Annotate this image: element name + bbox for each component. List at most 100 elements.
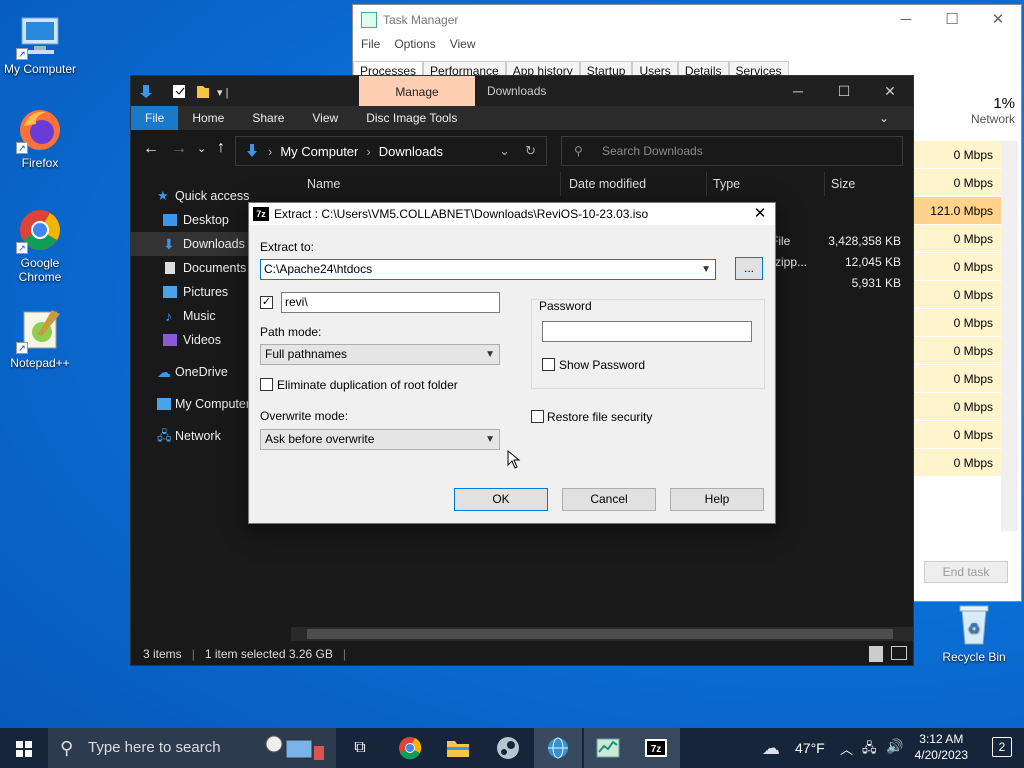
search-box[interactable]: ⚲ Search Downloads xyxy=(561,136,903,166)
restore-security-checkbox[interactable] xyxy=(531,410,544,423)
file-size: 12,045 KB xyxy=(844,255,901,269)
overwrite-mode-select[interactable]: Ask before overwrite ▼ xyxy=(260,429,500,450)
ribbon-expand-icon[interactable]: ⌄ xyxy=(879,111,889,125)
globe-icon xyxy=(548,737,568,759)
volume-icon[interactable]: 🔊 xyxy=(886,738,903,755)
taskbar-network-app[interactable] xyxy=(534,728,582,768)
horizontal-scrollbar[interactable] xyxy=(291,627,913,641)
minimize-button[interactable]: ─ xyxy=(775,76,821,106)
details-view-icon[interactable] xyxy=(869,646,883,662)
star-icon: ★ xyxy=(157,188,169,203)
recent-locations-chevron-icon[interactable]: ⌄ xyxy=(197,142,206,155)
extract-to-combobox[interactable]: C:\Apache24\htdocs ▼ xyxy=(260,259,716,280)
table-row[interactable]: 5,931 KB xyxy=(771,273,901,294)
maximize-button[interactable]: ☐ xyxy=(821,76,867,106)
clock[interactable]: 3:12 AM 4/20/2023 xyxy=(915,731,968,763)
desktop-icon-recycle-bin[interactable]: ♻ Recycle Bin xyxy=(934,600,1014,664)
ribbon-tab-home[interactable]: Home xyxy=(178,106,238,130)
taskbar-7zip[interactable]: 7z xyxy=(632,728,680,768)
ribbon-tab-disc-image-tools[interactable]: Disc Image Tools xyxy=(352,106,471,130)
clock-time: 3:12 AM xyxy=(919,732,964,746)
search-icon: ⚲ xyxy=(574,144,583,158)
breadcrumb-my-computer[interactable]: My Computer xyxy=(280,144,358,159)
large-icons-view-icon[interactable] xyxy=(891,646,907,660)
manage-tab[interactable]: Manage xyxy=(359,76,475,106)
help-button[interactable]: Help xyxy=(670,488,764,511)
dialog-titlebar[interactable]: 7z Extract : C:\Users\VM5.COLLABNET\Down… xyxy=(249,203,775,225)
taskbar-task-manager[interactable] xyxy=(584,728,632,768)
password-input[interactable] xyxy=(542,321,752,342)
weather-temperature[interactable]: 47°F xyxy=(795,740,825,756)
column-size[interactable]: Size xyxy=(825,172,905,196)
minimize-button[interactable]: ─ xyxy=(883,5,929,35)
end-task-button[interactable]: End task xyxy=(924,561,1008,583)
desktop-icon-chrome[interactable]: ↗ Google Chrome xyxy=(0,206,80,284)
task-manager-icon xyxy=(361,12,377,28)
show-password-label[interactable]: Show Password xyxy=(559,358,645,372)
taskbar-search-placeholder: Type here to search xyxy=(88,739,221,756)
taskbar-file-explorer[interactable] xyxy=(434,728,482,768)
cancel-button[interactable]: Cancel xyxy=(562,488,656,511)
breadcrumb-downloads[interactable]: Downloads xyxy=(379,144,443,159)
music-icon: ♪ xyxy=(165,308,172,324)
column-name[interactable]: Name xyxy=(289,172,561,196)
refresh-icon[interactable]: ↻ xyxy=(525,143,536,159)
eliminate-duplication-checkbox[interactable] xyxy=(260,378,273,391)
scrollbar-thumb[interactable] xyxy=(307,629,893,639)
network-cell: 0 Mbps xyxy=(913,449,1001,477)
taskbar-steam[interactable] xyxy=(484,728,532,768)
column-date-modified[interactable]: Date modified xyxy=(561,172,707,196)
explorer-titlebar[interactable]: ▾ | Manage Downloads ─ ☐ ✕ xyxy=(131,76,913,106)
desktop-icon-notepadpp[interactable]: ↗ Notepad++ xyxy=(0,306,80,370)
close-button[interactable]: ✕ xyxy=(975,5,1021,35)
download-icon: ⬇ xyxy=(163,236,175,252)
status-bar: 3 items | 1 item selected 3.26 GB | xyxy=(131,643,913,665)
desktop-icon-label: Recycle Bin xyxy=(942,650,1006,664)
quick-access-toolbar-icons[interactable]: ▾ | xyxy=(139,83,239,99)
chevron-down-icon[interactable]: ▼ xyxy=(701,260,711,279)
maximize-button[interactable]: ☐ xyxy=(929,5,975,35)
subfolder-checkbox[interactable]: ✓ xyxy=(260,296,273,309)
taskbar-search-box[interactable]: ⚲ Type here to search xyxy=(48,728,336,768)
browse-button[interactable]: ... xyxy=(735,257,763,280)
table-row[interactable]: File 3,428,358 KB xyxy=(771,231,901,252)
vertical-scrollbar[interactable] xyxy=(1001,141,1018,531)
taskbar-chrome[interactable] xyxy=(386,728,434,768)
ribbon-tab-share[interactable]: Share xyxy=(238,106,298,130)
subfolder-input[interactable]: revi\ xyxy=(281,292,500,313)
menu-file[interactable]: File xyxy=(361,37,380,51)
dialog-close-button[interactable]: ✕ xyxy=(749,204,771,224)
selection-info: 1 item selected 3.26 GB xyxy=(204,647,333,661)
column-type[interactable]: Type xyxy=(707,172,825,196)
extract-dialog[interactable]: 7z Extract : C:\Users\VM5.COLLABNET\Down… xyxy=(248,202,776,524)
navigation-bar: ← → ⌄ ↑ › My Computer › Downloads ⌄ ↻ ⚲ … xyxy=(131,132,913,168)
network-tray-icon[interactable]: 🖧 xyxy=(862,739,877,761)
menu-view[interactable]: View xyxy=(450,37,476,51)
eliminate-duplication-label[interactable]: Eliminate duplication of root folder xyxy=(277,378,458,392)
back-arrow-icon[interactable]: ← xyxy=(143,140,159,158)
network-values: 0 Mbps 0 Mbps 121.0 Mbps 0 Mbps 0 Mbps 0… xyxy=(913,141,1001,477)
path-mode-select[interactable]: Full pathnames ▼ xyxy=(260,344,500,365)
close-button[interactable]: ✕ xyxy=(867,76,913,106)
address-bar[interactable]: › My Computer › Downloads ⌄ ↻ xyxy=(235,136,547,166)
network-column-header[interactable]: 1% Network xyxy=(913,93,1023,139)
address-dropdown-icon[interactable]: ⌄ xyxy=(499,143,510,159)
notification-center-icon[interactable]: 2 xyxy=(992,737,1012,757)
start-button[interactable] xyxy=(0,728,48,768)
network-icon: 🖧 xyxy=(157,428,172,443)
task-view-button[interactable]: ⧉ xyxy=(336,728,384,768)
ok-button[interactable]: OK xyxy=(454,488,548,511)
menu-options[interactable]: Options xyxy=(394,37,435,51)
desktop-icon-my-computer[interactable]: ↗ My Computer xyxy=(0,12,80,76)
show-hidden-icons-chevron-icon[interactable]: ︿ xyxy=(840,739,853,758)
table-row[interactable]: (zipp... 12,045 KB xyxy=(771,252,901,273)
desktop-icon-firefox[interactable]: ↗ Firefox xyxy=(0,106,80,170)
forward-arrow-icon[interactable]: → xyxy=(171,140,187,158)
weather-cloud-icon[interactable]: ☁ xyxy=(762,738,780,759)
desktop-icon-label: Google Chrome xyxy=(18,256,62,284)
ribbon-tab-file[interactable]: File xyxy=(131,106,179,130)
show-password-checkbox[interactable] xyxy=(542,358,555,371)
ribbon-tab-view[interactable]: View xyxy=(298,106,352,130)
restore-security-label[interactable]: Restore file security xyxy=(547,410,652,424)
up-arrow-icon[interactable]: ↑ xyxy=(217,139,225,157)
